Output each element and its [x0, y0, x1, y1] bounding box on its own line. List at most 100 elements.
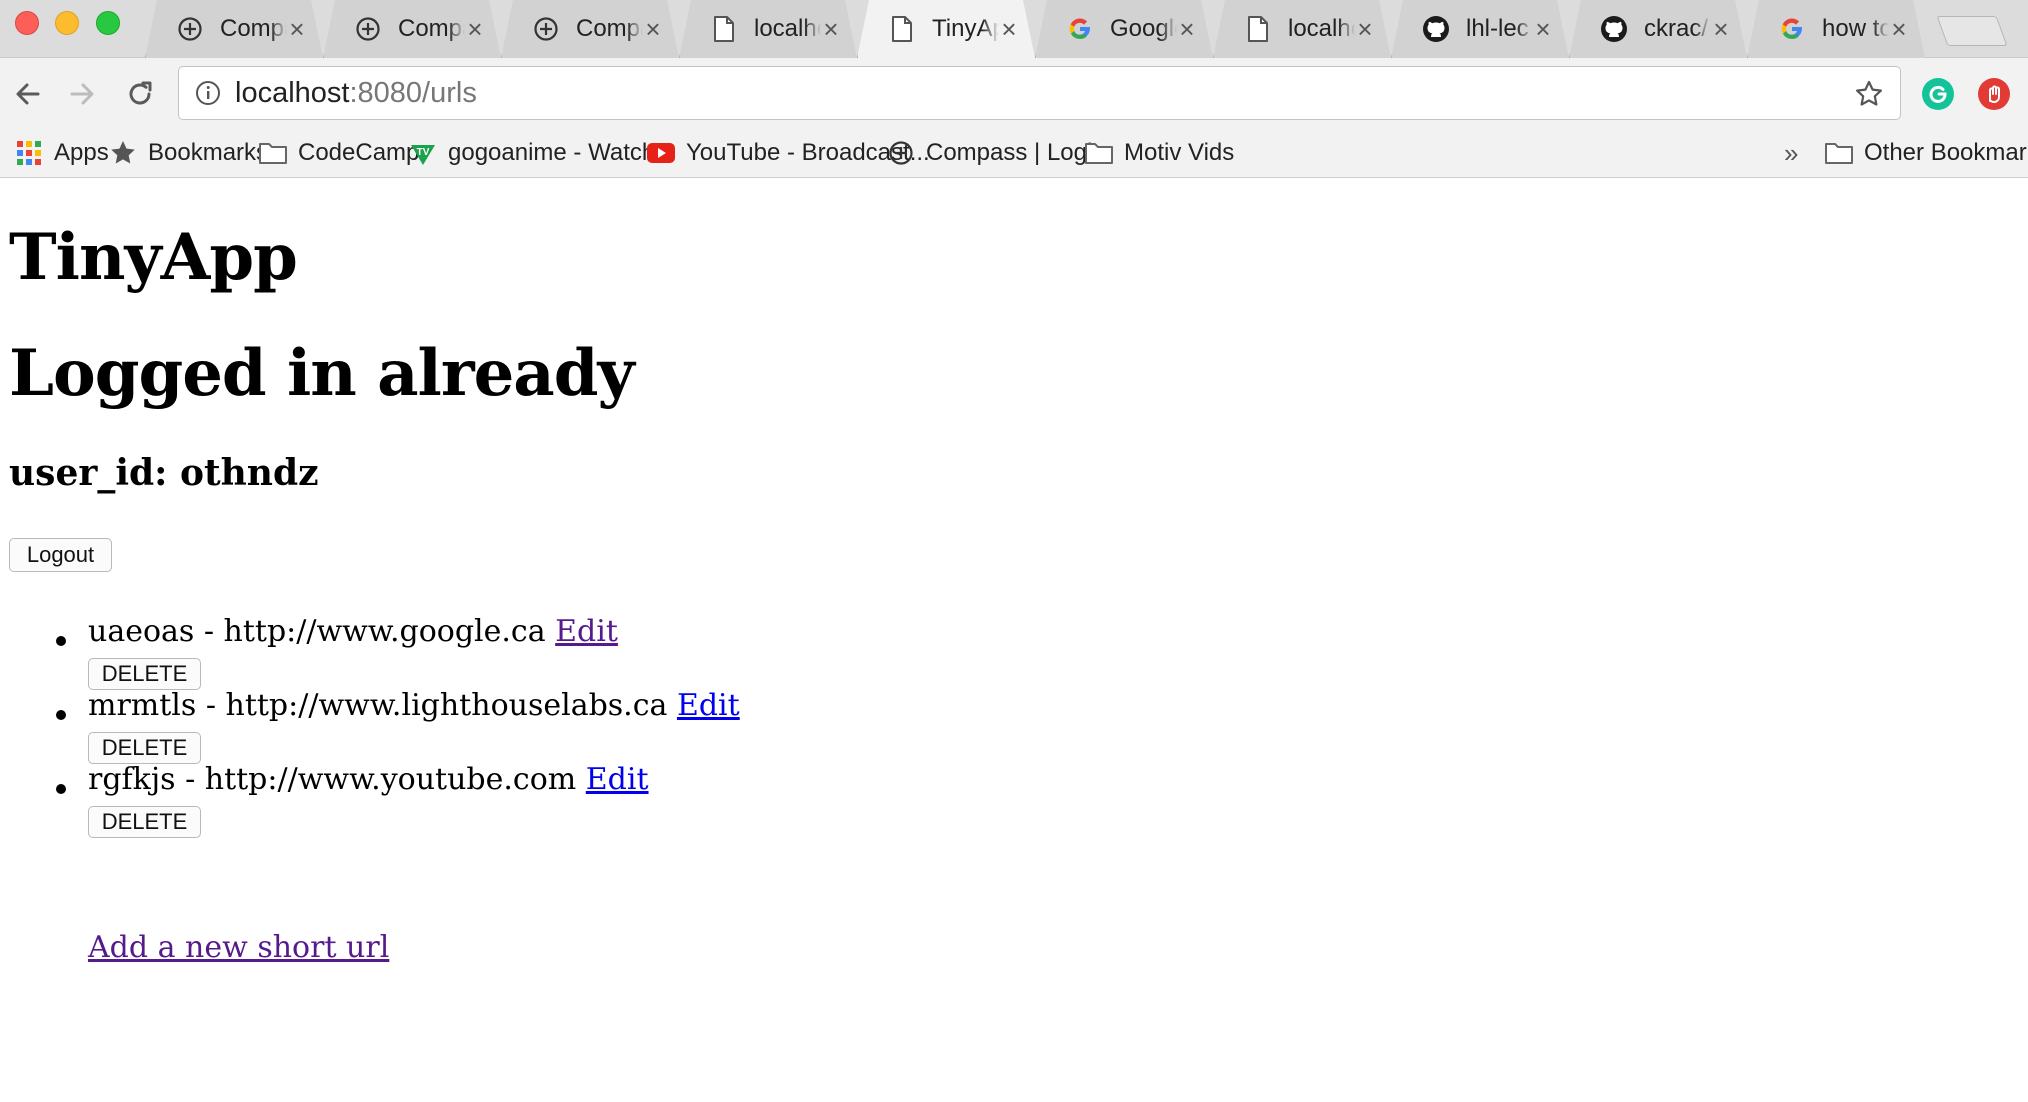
tab-title: Compass	[220, 15, 285, 42]
list-bullet	[56, 710, 66, 720]
tab-title: Compass	[576, 15, 641, 42]
tab-close-icon[interactable]: ×	[1177, 16, 1197, 42]
short-url: mrmtls	[88, 688, 197, 723]
edit-link[interactable]: Edit	[677, 688, 740, 723]
bookmark-item[interactable]: TV gogoanime - Watch...	[408, 130, 675, 176]
delete-button[interactable]: DELETE	[88, 732, 201, 764]
folder-icon	[1084, 138, 1114, 168]
google-icon	[1066, 15, 1094, 43]
tab-close-icon[interactable]: ×	[821, 16, 841, 42]
forward-button[interactable]	[64, 76, 100, 112]
google-icon	[1778, 15, 1806, 43]
browser-tab[interactable]: Google×	[1035, 0, 1213, 58]
tab-title: Google	[1110, 15, 1175, 42]
tab-title: ckrac/	[1644, 15, 1709, 42]
browser-toolbar: localhost:8080/urls	[0, 58, 2028, 130]
login-status-heading: Logged in already	[9, 336, 635, 411]
page-icon	[1244, 15, 1272, 43]
reload-icon	[129, 81, 152, 105]
list-bullet	[56, 636, 66, 646]
browser-tab[interactable]: TinyApp×	[857, 0, 1035, 58]
tab-title: TinyApp	[932, 15, 993, 42]
long-url: http://www.youtube.com	[204, 762, 577, 797]
bookmark-label: Compass | Login	[926, 139, 1106, 166]
browser-tab[interactable]: ckrac/×	[1569, 0, 1747, 58]
short-url: uaeoas	[88, 614, 195, 649]
bookmark-label: Bookmarks	[148, 139, 269, 166]
bookmark-label: gogoanime - Watch...	[448, 139, 676, 166]
user-id-heading: user_id: othndz	[9, 452, 319, 494]
tab-close-icon[interactable]: ×	[1711, 16, 1731, 42]
minimize-window-button[interactable]	[55, 11, 79, 35]
other-bookmarks-label: Other Bookmarks	[1864, 139, 2028, 166]
logout-button[interactable]: Logout	[9, 538, 112, 572]
bookmark-item[interactable]: Compass | Login	[886, 130, 1106, 176]
back-arrow-icon	[16, 83, 40, 105]
other-bookmarks[interactable]: Other Bookmarks	[1824, 130, 2028, 176]
delete-button[interactable]: DELETE	[88, 658, 201, 690]
browser-tab[interactable]: localhost×	[679, 0, 857, 58]
tab-close-icon[interactable]: ×	[465, 16, 485, 42]
bookmark-item[interactable]: Bookmarks	[108, 130, 268, 176]
star-icon	[108, 138, 138, 168]
tab-close-icon[interactable]: ×	[287, 16, 307, 42]
bookmarks-overflow-chevron-icon[interactable]: »	[1784, 130, 1798, 176]
tab-close-icon[interactable]: ×	[1889, 16, 1909, 42]
tab-title: how to	[1822, 15, 1889, 42]
tv-icon: TV	[408, 138, 438, 168]
bookmark-star-icon[interactable]	[1852, 77, 1886, 111]
edit-link[interactable]: Edit	[586, 762, 649, 797]
browser-tab[interactable]: Compass×	[501, 0, 679, 58]
tab-title: localhost	[1288, 15, 1351, 42]
compass-icon	[354, 15, 382, 43]
new-tab-button[interactable]	[1936, 16, 2008, 46]
edit-link[interactable]: Edit	[555, 614, 618, 649]
short-url: rgfkjs	[88, 762, 176, 797]
youtube-icon	[646, 138, 676, 168]
tabs: Compass×Compass×Compass×localhost×TinyAp…	[145, 0, 1925, 58]
info-icon[interactable]	[193, 78, 223, 108]
address-url: localhost:8080/urls	[235, 77, 477, 110]
page-icon	[710, 15, 738, 43]
browser-tab[interactable]: Compass×	[145, 0, 323, 58]
browser-tab[interactable]: lhl-lec ×	[1391, 0, 1569, 58]
tab-close-icon[interactable]: ×	[999, 16, 1019, 42]
bookmark-label: CodeCamp	[298, 139, 420, 166]
add-new-url-link[interactable]: Add a new short url	[88, 930, 389, 965]
tab-title: localhost	[754, 15, 817, 42]
github-icon	[1422, 15, 1450, 43]
tab-close-icon[interactable]: ×	[1533, 16, 1553, 42]
forward-arrow-icon	[70, 83, 94, 105]
browser-tab[interactable]: how to ×	[1747, 0, 1925, 58]
svg-text:TV: TV	[417, 147, 430, 158]
address-host: localhost	[235, 76, 350, 109]
browser-tab[interactable]: Compass×	[323, 0, 501, 58]
browser-tab[interactable]: localhost×	[1213, 0, 1391, 58]
folder-icon	[1824, 138, 1854, 168]
address-bar[interactable]: localhost:8080/urls	[178, 66, 1901, 120]
tab-strip: Compass×Compass×Compass×localhost×TinyAp…	[0, 0, 2028, 58]
github-icon	[1600, 15, 1628, 43]
bookmark-item[interactable]: CodeCamp	[258, 130, 419, 176]
delete-button[interactable]: DELETE	[88, 806, 201, 838]
bookmark-label: Apps	[54, 139, 109, 166]
list-bullet	[56, 784, 66, 794]
tab-close-icon[interactable]: ×	[1355, 16, 1375, 42]
page-content: TinyApp Logged in already user_id: othnd…	[0, 178, 2028, 1102]
bookmarks-bar: » Other Bookmarks Apps Bookmarks CodeCampT…	[0, 130, 2028, 178]
url-entry: uaeoas - http://www.google.ca Edit	[88, 614, 618, 649]
bookmark-item[interactable]: Apps	[14, 130, 109, 176]
url-entry: mrmtls - http://www.lighthouselabs.ca Ed…	[88, 688, 740, 723]
tab-close-icon[interactable]: ×	[643, 16, 663, 42]
reload-button[interactable]	[122, 76, 158, 112]
bookmark-label: Motiv Vids	[1124, 139, 1235, 166]
maximize-window-button[interactable]	[96, 11, 120, 35]
long-url: http://www.lighthouselabs.ca	[225, 688, 668, 723]
close-window-button[interactable]	[15, 11, 39, 35]
bookmark-item[interactable]: Motiv Vids	[1084, 130, 1234, 176]
adblock-icon[interactable]	[1978, 78, 2010, 110]
back-button[interactable]	[10, 76, 46, 112]
url-entry: rgfkjs - http://www.youtube.com Edit	[88, 762, 649, 797]
apps-grid-icon	[14, 138, 44, 168]
grammarly-icon[interactable]	[1922, 78, 1954, 110]
